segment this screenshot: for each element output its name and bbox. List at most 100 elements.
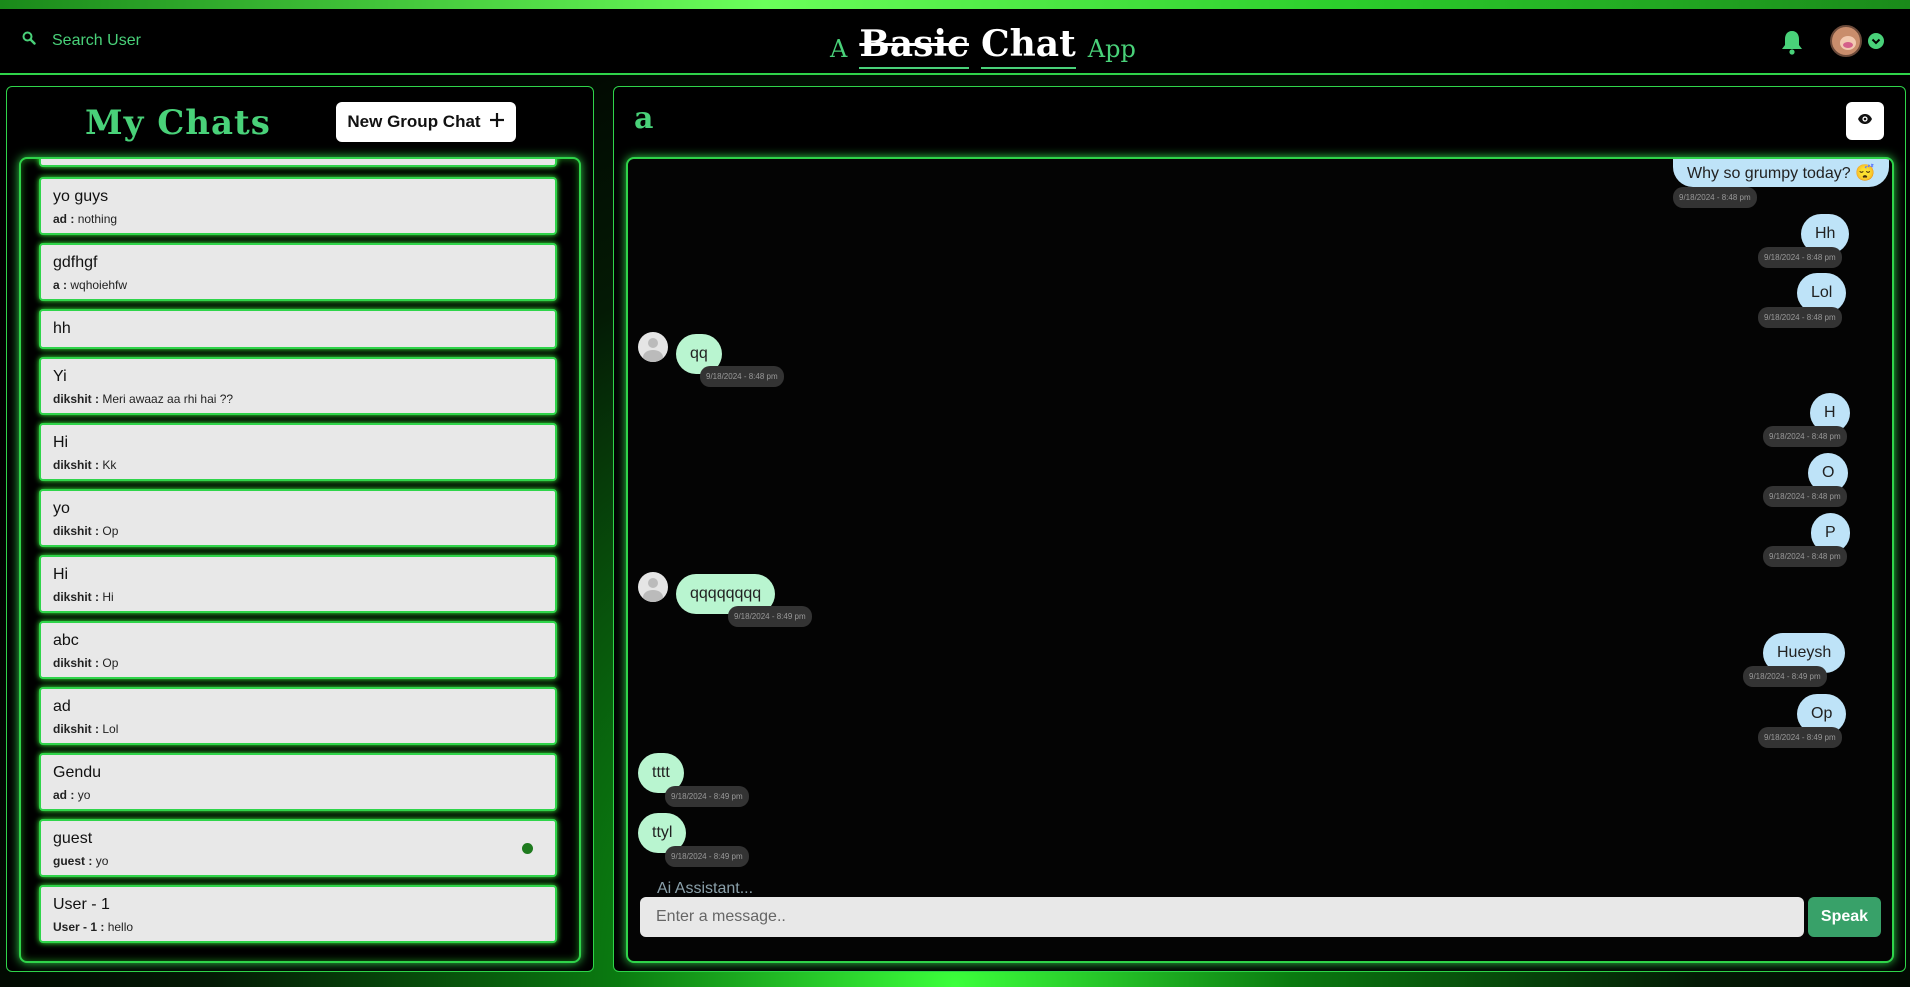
top-header: Search User A Basic Chat App xyxy=(0,9,1910,75)
app-brand: A Basic Chat App xyxy=(830,19,1136,69)
chat-message: Lol xyxy=(102,722,119,736)
chat-sender: ad : xyxy=(53,788,75,802)
chat-sender: guest : xyxy=(53,854,93,868)
chat-list-item[interactable]: yo guys ad : nothing xyxy=(39,177,557,235)
chat-sender: ad : xyxy=(53,212,75,226)
message-timestamp: 9/18/2024 - 8:48 pm xyxy=(1763,546,1847,567)
chat-name: yo xyxy=(53,500,70,517)
new-group-chat-button[interactable]: New Group Chat xyxy=(336,102,516,142)
chat-message: Hi xyxy=(102,590,114,604)
brand-word-basic: Basic xyxy=(859,23,969,69)
chat-latest-message: User - 1 : hello xyxy=(53,920,133,934)
chat-list-item[interactable]: yo dikshit : Op xyxy=(39,489,557,547)
sender-avatar xyxy=(638,572,668,602)
chat-list-item[interactable]: Hi dikshit : Hi xyxy=(39,555,557,613)
chat-latest-message: dikshit : Op xyxy=(53,656,118,670)
message-area[interactable]: Why so grumpy today? 😴 9/18/2024 - 8:48 … xyxy=(626,157,1894,963)
message-timestamp: 9/18/2024 - 8:48 pm xyxy=(1763,486,1847,507)
chat-name: gdfhgf xyxy=(53,254,98,271)
chat-name: Hi xyxy=(53,434,69,451)
brand-word-a: A xyxy=(830,35,848,63)
chat-name: Gendu xyxy=(53,764,102,781)
chat-latest-message: dikshit : Meri awaaz aa rhi hai ?? xyxy=(53,392,233,406)
chat-list-item[interactable]: guest guest : yo xyxy=(39,819,557,877)
chat-name: User - 1 xyxy=(53,896,110,913)
message-timestamp: 9/18/2024 - 8:49 pm xyxy=(728,606,812,627)
chat-message: Op xyxy=(102,656,119,670)
top-accent-bar xyxy=(0,0,1910,9)
chat-latest-message: dikshit : Lol xyxy=(53,722,118,736)
message-bubble-sent: Why so grumpy today? 😴 xyxy=(1673,159,1889,187)
chat-list-item[interactable]: Yi dikshit : Meri awaaz aa rhi hai ?? xyxy=(39,357,557,415)
chat-list-item[interactable]: hh xyxy=(39,309,557,349)
chat-name: hh xyxy=(53,320,71,337)
message-timestamp: 9/18/2024 - 8:48 pm xyxy=(1758,307,1842,328)
chat-sender: dikshit : xyxy=(53,524,100,538)
chat-latest-message: ad : nothing xyxy=(53,212,117,226)
chat-list-item[interactable]: User - 1 User - 1 : hello xyxy=(39,885,557,943)
online-status-dot xyxy=(522,843,533,854)
chat-message: yo xyxy=(95,854,109,868)
message-timestamp: 9/18/2024 - 8:49 pm xyxy=(1758,727,1842,748)
chat-list-item[interactable]: Hi dikshit : Kk xyxy=(39,423,557,481)
chat-sender: dikshit : xyxy=(53,656,100,670)
chat-latest-message: dikshit : Kk xyxy=(53,458,116,472)
chat-sender: a : xyxy=(53,278,68,292)
new-group-chat-label: New Group Chat xyxy=(347,112,481,131)
chat-message: Op xyxy=(102,524,119,538)
chat-name: yo guys xyxy=(53,188,109,205)
chat-list-item[interactable]: abc dikshit : Op xyxy=(39,621,557,679)
chat-list-item[interactable]: ad dikshit : Lol xyxy=(39,687,557,745)
chat-latest-message: dikshit : Op xyxy=(53,524,118,538)
chat-name: guest xyxy=(53,830,93,847)
sender-avatar xyxy=(638,332,668,362)
chevron-down-icon xyxy=(1868,33,1884,49)
chat-message: hello xyxy=(107,920,134,934)
message-timestamp: 9/18/2024 - 8:48 pm xyxy=(1758,247,1842,268)
ai-assistant-label: Ai Assistant... xyxy=(657,880,754,897)
message-timestamp: 9/18/2024 - 8:48 pm xyxy=(1673,187,1757,208)
search-icon xyxy=(22,31,36,50)
my-chats-panel: My Chats New Group Chat yo guys ad : not… xyxy=(6,86,594,972)
chat-latest-message: ad : yo xyxy=(53,788,90,802)
chat-name: Hi xyxy=(53,566,69,583)
chat-sender: dikshit : xyxy=(53,590,100,604)
profile-menu-button[interactable] xyxy=(1830,25,1884,57)
message-timestamp: 9/18/2024 - 8:49 pm xyxy=(665,786,749,807)
chat-message: yo xyxy=(77,788,91,802)
brand-word-app: App xyxy=(1087,35,1136,63)
chat-sender: dikshit : xyxy=(53,458,100,472)
chat-message: Meri awaaz aa rhi hai ?? xyxy=(102,392,234,406)
chat-latest-message: a : wqhoiehfw xyxy=(53,278,127,292)
chat-name: Yi xyxy=(53,368,67,385)
speak-button[interactable]: Speak xyxy=(1808,897,1881,937)
message-timestamp: 9/18/2024 - 8:48 pm xyxy=(700,366,784,387)
chat-message: wqhoiehfw xyxy=(70,278,128,292)
chat-window-panel: a Why so grumpy today? 😴 9/18/2024 - 8:4… xyxy=(613,86,1906,972)
message-timestamp: 9/18/2024 - 8:49 pm xyxy=(1743,666,1827,687)
chat-list-item-partial[interactable] xyxy=(39,159,557,167)
chat-name: abc xyxy=(53,632,79,649)
message-timestamp: 9/18/2024 - 8:48 pm xyxy=(1763,426,1847,447)
avatar xyxy=(1830,25,1862,57)
message-input[interactable] xyxy=(640,897,1804,937)
search-user-label: Search User xyxy=(52,31,141,49)
bell-icon[interactable] xyxy=(1780,29,1804,60)
chat-latest-message: guest : yo xyxy=(53,854,108,868)
eye-icon xyxy=(1857,112,1873,130)
plus-icon xyxy=(489,112,505,133)
chat-list-item[interactable]: Gendu ad : yo xyxy=(39,753,557,811)
chat-sender: User - 1 : xyxy=(53,920,105,934)
search-user-button[interactable]: Search User xyxy=(22,31,141,50)
message-timestamp: 9/18/2024 - 8:49 pm xyxy=(665,846,749,867)
chat-name: ad xyxy=(53,698,71,715)
chat-list-item[interactable]: gdfhgf a : wqhoiehfw xyxy=(39,243,557,301)
chat-title: a xyxy=(634,101,654,136)
chat-sender: dikshit : xyxy=(53,722,100,736)
chat-message: nothing xyxy=(77,212,118,226)
view-profile-button[interactable] xyxy=(1846,102,1884,140)
my-chats-title: My Chats xyxy=(85,103,271,143)
chat-sender: dikshit : xyxy=(53,392,100,406)
brand-word-chat: Chat xyxy=(980,23,1076,69)
chat-list[interactable]: yo guys ad : nothing gdfhgf a : wqhoiehf… xyxy=(19,157,581,963)
